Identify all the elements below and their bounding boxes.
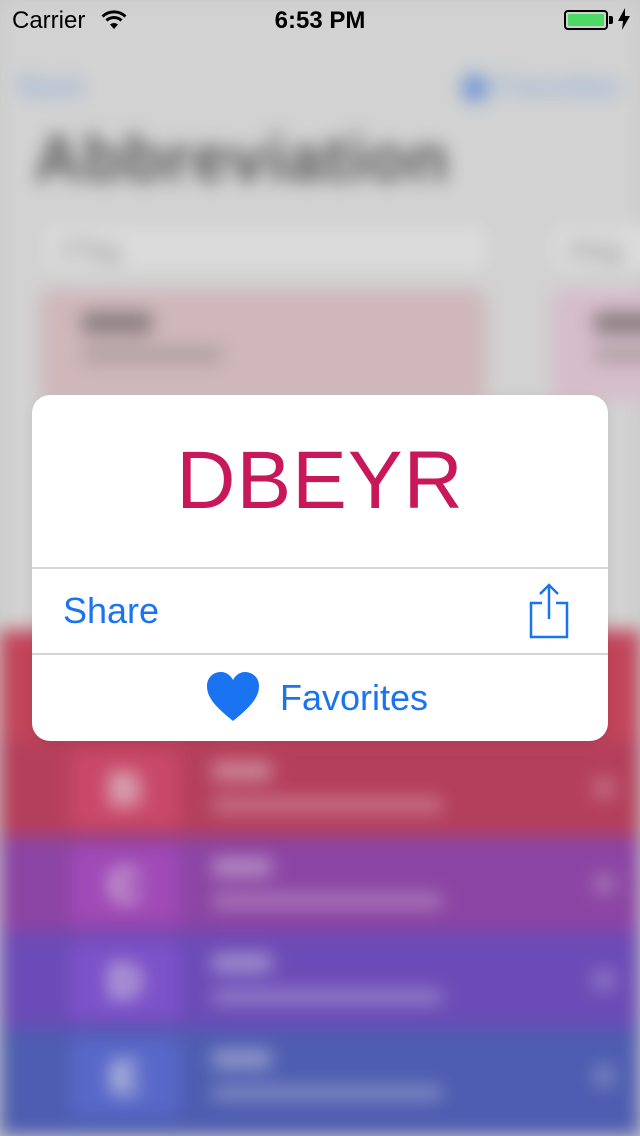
favorites-label: Favorites (280, 677, 429, 718)
battery-tip (609, 16, 613, 24)
share-icon (528, 583, 570, 644)
heart-icon (206, 671, 260, 728)
clock-label: 6:53 PM (274, 7, 366, 34)
abbreviation-popup: DBEYR Share Favorites (32, 395, 608, 741)
battery-icon (564, 10, 608, 30)
favorites-action[interactable]: Favorites (32, 655, 608, 741)
charging-bolt-icon (618, 8, 630, 37)
share-label: Share (63, 590, 160, 631)
abbreviation-title: DBEYR (176, 435, 464, 526)
share-action[interactable]: Share (32, 569, 608, 653)
status-bar: Carrier 6:53 PM (0, 0, 640, 40)
